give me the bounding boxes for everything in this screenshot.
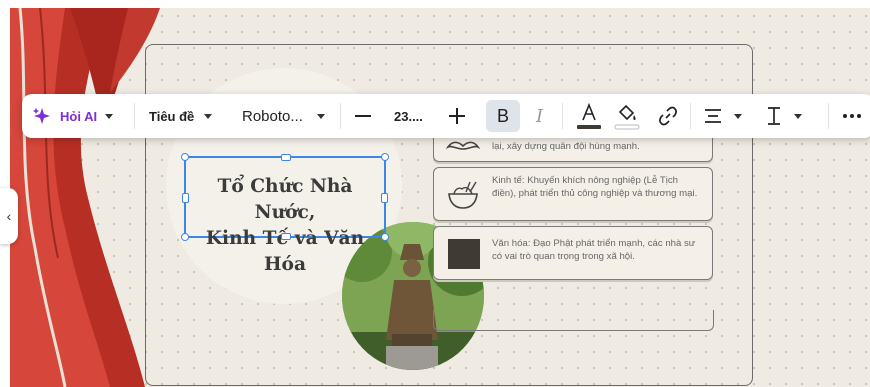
chevron-down-icon [734, 113, 742, 119]
decrease-font-size-button[interactable] [354, 94, 372, 138]
resize-handle-top[interactable] [281, 154, 291, 161]
font-size-input[interactable]: 23.... [394, 94, 423, 138]
sparkle-icon [33, 108, 50, 124]
plus-icon [449, 108, 465, 124]
info-card-text: Kinh tế: Khuyến khích nông nghiệp (Lễ Tị… [492, 175, 698, 199]
divider [340, 103, 341, 129]
resize-handle-left[interactable] [182, 193, 189, 203]
italic-button[interactable]: I [536, 94, 543, 138]
slide-title[interactable]: Tổ Chức Nhà Nước, Kinh Tế và Văn Hóa [186, 174, 384, 278]
bold-icon: B [496, 105, 509, 126]
align-center-icon [705, 109, 721, 123]
minus-icon [355, 115, 371, 117]
divider [562, 103, 563, 129]
resize-handle-bottom[interactable] [281, 233, 291, 240]
text-color-icon [577, 102, 601, 129]
text-style-dropdown[interactable]: Tiêu đề [149, 94, 213, 138]
info-card-culture[interactable]: Văn hóa: Đạo Phật phát triển mạnh, các n… [433, 226, 713, 280]
resize-handle-bottom-right[interactable] [381, 233, 389, 241]
collapse-panel-button[interactable]: ‹ [0, 188, 18, 244]
info-card-text: Văn hóa: Đạo Phật phát triển mạnh, các n… [492, 238, 696, 262]
font-family-dropdown[interactable]: Roboto... [242, 94, 325, 138]
link-button[interactable] [658, 94, 678, 138]
highlight-color-button[interactable] [614, 94, 640, 138]
chevron-down-icon [105, 113, 114, 119]
info-card-economy[interactable]: Kinh tế: Khuyến khích nông nghiệp (Lễ Tị… [433, 167, 713, 221]
dark-square-icon [448, 239, 480, 269]
text-color-button[interactable] [576, 94, 602, 138]
increase-font-size-button[interactable] [448, 94, 466, 138]
font-family-label: Roboto... [242, 107, 303, 125]
line-spacing-dropdown[interactable] [766, 94, 802, 138]
text-format-toolbar: Hỏi AI Tiêu đề Roboto... 23.... B I [22, 94, 870, 138]
chevron-down-icon [316, 113, 325, 119]
text-align-dropdown[interactable] [704, 94, 742, 138]
resize-handle-top-right[interactable] [381, 153, 389, 161]
rice-bowl-icon [448, 181, 478, 209]
chevron-down-icon [794, 113, 802, 119]
divider [828, 103, 829, 129]
more-horizontal-icon [843, 114, 861, 118]
link-icon [659, 106, 677, 126]
italic-icon: I [536, 105, 544, 127]
slide-canvas[interactable]: Nhà nước tập quyền: Vua đứng đầu, đặt qu… [10, 8, 870, 387]
divider [690, 103, 691, 129]
resize-handle-bottom-left[interactable] [181, 233, 189, 241]
bold-button[interactable]: B [486, 100, 520, 132]
font-size-value: 23.... [394, 108, 423, 124]
title-text-box[interactable]: Tổ Chức Nhà Nước, Kinh Tế và Văn Hóa [181, 153, 389, 275]
more-options-button[interactable] [842, 94, 862, 138]
chevron-left-icon: ‹ [6, 208, 12, 224]
resize-handle-right[interactable] [381, 193, 388, 203]
paint-bucket-icon [614, 104, 640, 130]
line-spacing-icon [768, 107, 780, 125]
text-style-label: Tiêu đề [149, 108, 195, 124]
divider [134, 103, 135, 129]
card-stack-base [433, 310, 714, 331]
ask-ai-button[interactable]: Hỏi AI [32, 94, 114, 138]
chevron-down-icon [204, 113, 213, 119]
resize-handle-top-left[interactable] [181, 153, 189, 161]
info-card-list: Nhà nước tập quyền: Vua đứng đầu, đặt qu… [433, 120, 713, 285]
ask-ai-label: Hỏi AI [60, 108, 98, 124]
